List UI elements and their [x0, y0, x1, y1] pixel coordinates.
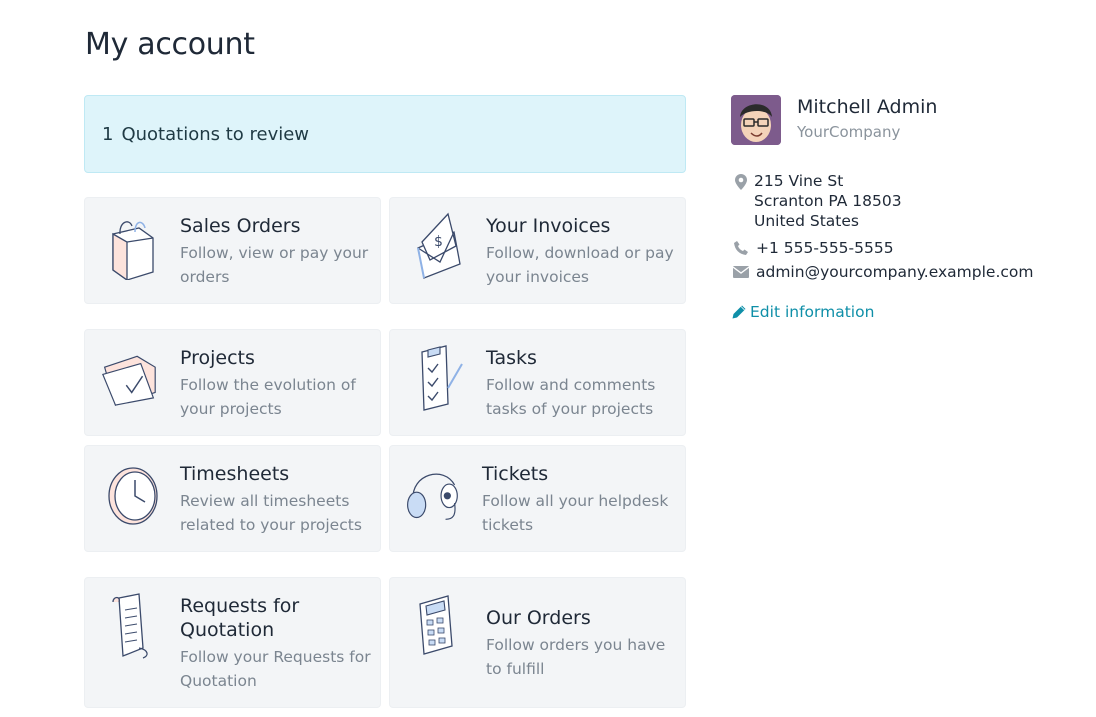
card-desc-line1: Follow the evolution of [180, 376, 356, 394]
address-line3: United States [754, 212, 859, 230]
card-title: Your Invoices [486, 215, 611, 237]
card-title: Tickets [482, 463, 549, 485]
svg-text:$: $ [434, 234, 443, 250]
card-desc-line1: Follow all your helpdesk [482, 492, 669, 510]
project-folder-icon [102, 355, 156, 406]
card-desc-line2: to fulfill [486, 660, 545, 678]
edit-information-link[interactable]: Edit information [732, 303, 874, 321]
profile-company: YourCompany [797, 123, 901, 141]
page-title: My account [85, 27, 255, 62]
card-timesheets[interactable]: Timesheets Review all timesheets related… [84, 445, 381, 552]
card-desc-line2: your projects [180, 400, 282, 418]
profile-name: Mitchell Admin [797, 96, 938, 118]
card-desc-line1: Follow, download or pay [486, 244, 674, 262]
card-requests-for-quotation[interactable]: Requests for Quotation Follow your Reque… [84, 577, 381, 708]
card-sales-orders[interactable]: Sales Orders Follow, view or pay your or… [84, 197, 381, 304]
card-title: Sales Orders [180, 215, 301, 237]
card-desc-line2: Quotation [180, 672, 257, 690]
card-our-orders[interactable]: Our Orders Follow orders you have to ful… [389, 577, 686, 708]
scroll-icon [112, 593, 148, 659]
card-title-line1: Requests for [180, 595, 300, 617]
calculator-icon [419, 595, 453, 655]
edit-information-label: Edit information [750, 303, 875, 321]
clock-icon [108, 467, 158, 525]
address-line1: 215 Vine St [754, 172, 844, 190]
shopping-bag-icon [112, 221, 154, 280]
card-title-line2: Quotation [180, 619, 275, 641]
card-title: Projects [180, 347, 255, 369]
phone-number: +1 555-555-5555 [756, 239, 894, 257]
email-address: admin@yourcompany.example.com [756, 263, 1034, 281]
card-desc-line1: Review all timesheets [180, 492, 350, 510]
card-projects[interactable]: Projects Follow the evolution of your pr… [84, 329, 381, 436]
card-desc-line1: Follow orders you have [486, 636, 666, 654]
card-desc-line1: Follow and comments [486, 376, 656, 394]
avatar-image [731, 95, 781, 145]
card-tickets[interactable]: Tickets Follow all your helpdesk tickets [389, 445, 686, 552]
card-desc-line2: orders [180, 268, 230, 286]
map-marker-icon [735, 174, 747, 190]
pencil-icon [732, 305, 746, 319]
headset-icon [407, 473, 458, 520]
card-title: Timesheets [180, 463, 290, 485]
quotations-alert[interactable]: 1 Quotations to review [84, 95, 686, 173]
task-checklist-icon [421, 345, 463, 411]
card-desc-line1: Follow, view or pay your [180, 244, 369, 262]
quotations-count: 1 [102, 123, 114, 145]
card-desc-line2: your invoices [486, 268, 590, 286]
card-your-invoices[interactable]: $ Your Invoices Follow, download or pay … [389, 197, 686, 304]
phone-icon [734, 241, 748, 255]
card-title: Tasks [486, 347, 537, 369]
card-tasks[interactable]: Tasks Follow and comments tasks of your … [389, 329, 686, 436]
card-desc-line1: Follow your Requests for [180, 648, 371, 666]
card-desc-line2: related to your projects [180, 516, 362, 534]
quotations-alert-text: Quotations to review [121, 123, 310, 145]
avatar [731, 95, 781, 145]
card-desc-line2: tickets [482, 516, 534, 534]
card-title: Our Orders [486, 607, 591, 629]
address-line2: Scranton PA 18503 [754, 192, 902, 210]
card-desc-line2: tasks of your projects [486, 400, 654, 418]
invoice-envelope-icon: $ [417, 212, 461, 279]
envelope-icon [733, 266, 749, 278]
